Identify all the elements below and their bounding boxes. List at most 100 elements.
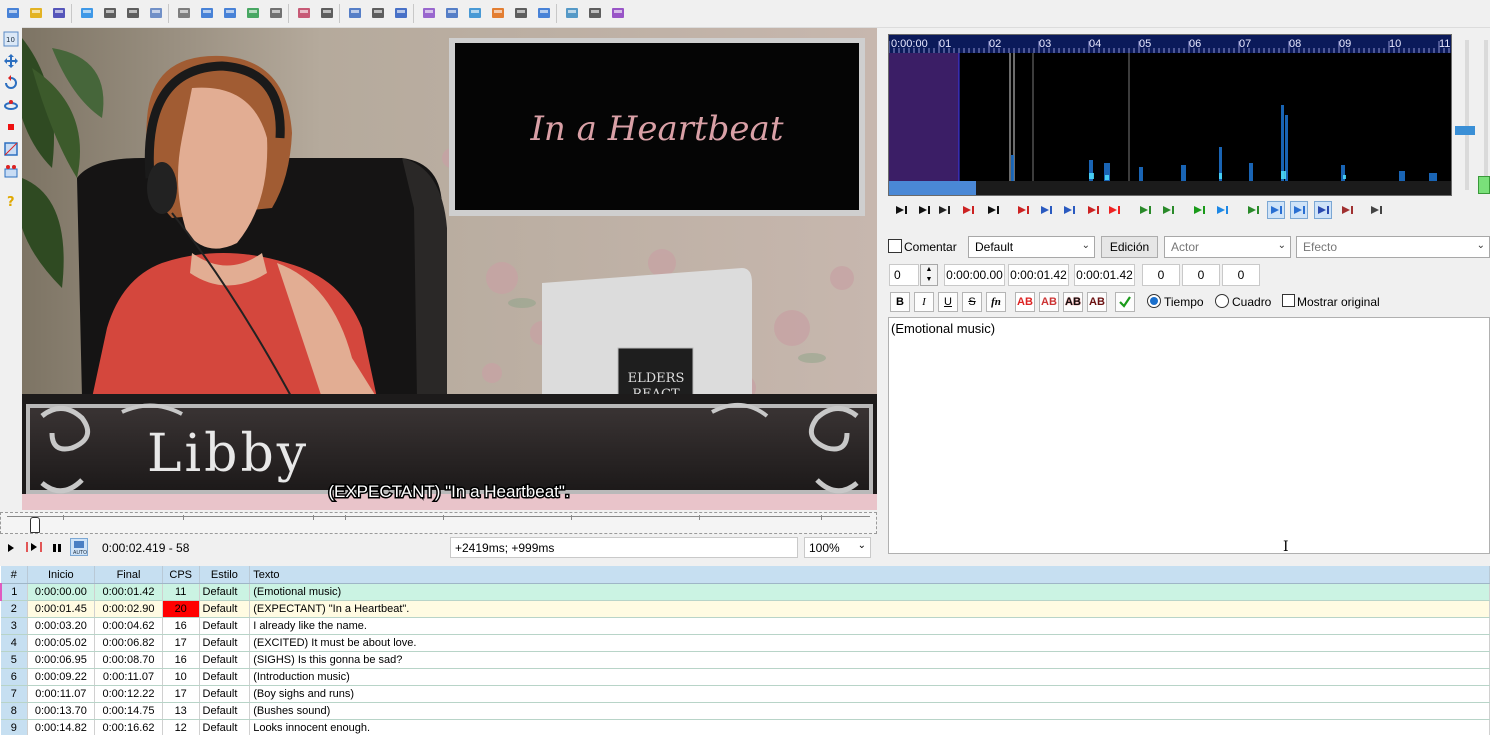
video-seek-bar[interactable] xyxy=(0,512,877,534)
play-selection-begin-icon[interactable] xyxy=(936,202,952,218)
style-cell[interactable]: Default xyxy=(199,634,251,652)
underline-button[interactable]: U xyxy=(938,292,958,312)
table-row[interactable]: 9 0:00:14.82 0:00:16.62 12 Default Looks inno… xyxy=(1,719,1490,735)
cps-cell[interactable]: 16 xyxy=(162,617,200,635)
end-time-cell[interactable]: 0:00:11.07 xyxy=(94,668,163,686)
next-line-icon[interactable] xyxy=(916,202,932,218)
cps-cell[interactable]: 11 xyxy=(162,583,200,601)
audio-volume-slider[interactable] xyxy=(1484,40,1488,180)
auto-scroll-icon[interactable]: AUTO xyxy=(70,538,88,556)
audio-volume-thumb[interactable] xyxy=(1478,176,1490,194)
translation-icon[interactable] xyxy=(319,5,335,21)
commit-icon[interactable] xyxy=(1191,202,1207,218)
play-line-icon[interactable] xyxy=(26,541,42,556)
layer-spin[interactable]: 0 xyxy=(889,264,919,286)
duration-field[interactable]: 0:00:01.42 xyxy=(1074,264,1135,286)
move-tool-icon[interactable] xyxy=(3,53,19,69)
row-number-cell[interactable]: 7 xyxy=(1,685,28,703)
start-time-cell[interactable]: 0:00:00.00 xyxy=(27,583,96,601)
table-row[interactable]: 6 0:00:09.22 0:00:11.07 10 Default (Introduct… xyxy=(1,668,1490,686)
start-time-cell[interactable]: 0:00:05.02 xyxy=(27,634,96,652)
text-cell[interactable]: Looks innocent enough. xyxy=(249,719,1490,735)
layer-spin-arrows[interactable]: ▲ ▼ xyxy=(920,264,938,286)
end-time-cell[interactable]: 0:00:02.90 xyxy=(94,600,163,618)
end-time-cell[interactable]: 0:00:12.22 xyxy=(94,685,163,703)
show-original-checkbox[interactable] xyxy=(1282,294,1295,307)
style-cell[interactable]: Default xyxy=(199,668,251,686)
avatar-icon[interactable] xyxy=(421,5,437,21)
row-number-cell[interactable]: 8 xyxy=(1,702,28,720)
save-icon[interactable] xyxy=(51,5,67,21)
table-row[interactable]: 5 0:00:06.95 0:00:08.70 16 Default (SIGHS) Is… xyxy=(1,651,1490,669)
text-cell[interactable]: I already like the name. xyxy=(249,617,1490,635)
spectrum-mode-icon[interactable] xyxy=(1314,201,1332,219)
text-cell[interactable]: (Emotional music) xyxy=(249,583,1490,601)
comment-checkbox[interactable] xyxy=(888,239,902,253)
style-cell[interactable]: Default xyxy=(199,617,251,635)
effect-select[interactable]: Efecto ⌄ xyxy=(1296,236,1490,258)
vector-clip-icon[interactable] xyxy=(3,163,19,179)
play-after-icon[interactable] xyxy=(1085,202,1101,218)
row-number-cell[interactable]: 9 xyxy=(1,719,28,735)
outline-color-button[interactable]: AB xyxy=(1063,292,1083,312)
timing-icon[interactable] xyxy=(347,5,363,21)
margin-right-field[interactable]: 0 xyxy=(1182,264,1220,286)
play-to-end-icon[interactable] xyxy=(1106,202,1122,218)
zoom-select[interactable]: 100% ⌄ xyxy=(804,537,871,558)
standard-tool-icon[interactable]: 10 xyxy=(3,31,19,47)
end-lead-out-icon[interactable] xyxy=(1160,202,1176,218)
table-row[interactable]: 3 0:00:03.20 0:00:04.62 16 Default I already … xyxy=(1,617,1490,635)
row-number-cell[interactable]: 6 xyxy=(1,668,28,686)
start-time-cell[interactable]: 0:00:06.95 xyxy=(27,651,96,669)
start-time-field[interactable]: 0:00:00.00 xyxy=(944,264,1005,286)
play-before-icon[interactable] xyxy=(1015,202,1031,218)
help-icon[interactable]: ? xyxy=(3,193,19,209)
edit-style-button[interactable]: Edición xyxy=(1101,236,1158,258)
start-time-cell[interactable]: 0:00:03.20 xyxy=(27,617,96,635)
grid-header-cell[interactable]: Texto xyxy=(249,566,1490,584)
timer-icon[interactable] xyxy=(536,5,552,21)
table-row[interactable]: 7 0:00:11.07 0:00:12.22 17 Default (Boy sighs… xyxy=(1,685,1490,703)
row-number-cell[interactable]: 3 xyxy=(1,617,28,635)
previous-line-icon[interactable] xyxy=(893,202,909,218)
font-button[interactable]: fn xyxy=(986,292,1006,312)
end-time-cell[interactable]: 0:00:04.62 xyxy=(94,617,163,635)
video-icon[interactable] xyxy=(444,5,460,21)
play-before-end-icon[interactable] xyxy=(1061,202,1077,218)
grid-header-cell[interactable]: Final xyxy=(94,566,163,584)
tools-icon[interactable] xyxy=(587,5,603,21)
audio-icon[interactable] xyxy=(467,5,483,21)
export-icon[interactable] xyxy=(79,5,95,21)
scale-tool-icon[interactable] xyxy=(3,119,19,135)
fonts-icon[interactable] xyxy=(245,5,261,21)
subtitle-grid[interactable]: # Inicio Final CPS Estilo Texto 1 0:00:00.00 0:… xyxy=(0,566,1490,735)
cps-cell[interactable]: 16 xyxy=(162,651,200,669)
text-cell[interactable]: (Introduction music) xyxy=(249,668,1490,686)
end-time-cell[interactable]: 0:00:14.75 xyxy=(94,702,163,720)
open-file-icon[interactable] xyxy=(28,5,44,21)
audio-zoom-slider[interactable] xyxy=(1465,40,1469,190)
start-time-cell[interactable]: 0:00:14.82 xyxy=(27,719,96,735)
play-after-start-icon[interactable] xyxy=(1038,202,1054,218)
style-cell[interactable]: Default xyxy=(199,583,251,601)
play-selection-icon[interactable] xyxy=(960,202,976,218)
strikeout-button[interactable]: S xyxy=(962,292,982,312)
bold-button[interactable]: B xyxy=(890,292,910,312)
style-select[interactable]: Default ⌄ xyxy=(968,236,1095,258)
text-cell[interactable]: (EXCITED) It must be about love. xyxy=(249,634,1490,652)
cps-cell[interactable]: 12 xyxy=(162,719,200,735)
text-cell[interactable]: (SIGHS) Is this gonna be sad? xyxy=(249,651,1490,669)
pause-icon[interactable] xyxy=(52,542,62,556)
spell-icon[interactable] xyxy=(296,5,312,21)
cps-cell[interactable]: 13 xyxy=(162,702,200,720)
frame-radio[interactable] xyxy=(1215,294,1229,308)
shadow-color-button[interactable]: AB xyxy=(1087,292,1107,312)
grid-header-cell[interactable]: CPS xyxy=(162,566,200,584)
start-time-cell[interactable]: 0:00:01.45 xyxy=(27,600,96,618)
cps-cell[interactable]: 17 xyxy=(162,634,200,652)
text-cell[interactable]: (Bushes sound) xyxy=(249,702,1490,720)
row-number-cell[interactable]: 5 xyxy=(1,651,28,669)
cps-cell[interactable]: 17 xyxy=(162,685,200,703)
properties-icon[interactable] xyxy=(268,5,284,21)
row-number-cell[interactable]: 1 xyxy=(0,583,28,601)
